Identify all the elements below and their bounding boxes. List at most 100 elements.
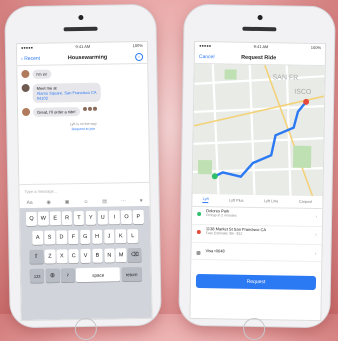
key-k[interactable]: K [115,229,127,244]
key-l[interactable]: L [127,229,139,244]
globe-icon[interactable]: ◍ [45,268,60,283]
space-key[interactable]: space [76,267,121,283]
key-z[interactable]: Z [44,249,56,264]
sticker-icon[interactable]: ☺ [83,199,88,205]
request-button[interactable]: Request [195,273,317,291]
phone-right: ●●●●● 9:41 AM 100% Cancel Request Ride S… [179,4,335,341]
info-icon[interactable]: i [135,52,144,61]
key-b[interactable]: B [92,248,103,263]
tab-ride-type[interactable]: Lyft [202,197,209,204]
home-button[interactable] [74,317,98,341]
fare-estimate: Fare Estimate: $8 - $12 [205,231,243,236]
return-key[interactable]: return [121,266,142,282]
request-title: Request Ride [241,54,277,61]
battery: 100% [310,44,322,51]
address-link[interactable]: Alamo Square, San Francisco CA 94102 [37,90,97,101]
mic-icon[interactable]: ♪ [60,268,76,283]
avatar [21,69,30,79]
camera-icon[interactable]: ◉ [46,200,50,206]
speaker [242,26,277,32]
keyboard: QWERTYUIOP ASDFGHJKL ⇧ Z X C V B N M ⌫ 123 ◍ ♪ … [19,205,152,321]
card-icon [196,250,201,256]
dropoff-row[interactable]: 1138 Market St San Francisco CA Fare Est… [191,225,322,246]
cancel-button[interactable]: Cancel [199,53,215,59]
map-label-area2: ISCO [294,89,312,96]
numbers-key[interactable]: 123 [30,268,45,283]
backspace-icon[interactable]: ⌫ [127,247,142,263]
key-t[interactable]: T [73,210,85,226]
message-bubble: Meet me at Alamo Square, San Francisco C… [32,82,101,103]
keyboard-row: ASDFGHJKL [22,229,148,245]
keyboard-row: 123 ◍ ♪ space return [23,266,149,283]
key-s[interactable]: S [44,230,55,245]
tab-ride-type[interactable]: Lyft Plus [229,199,243,203]
payment-row[interactable]: Visa •0648 › [191,247,322,263]
text-icon[interactable]: Aa [27,200,33,206]
camera [78,14,84,21]
camera [257,14,263,21]
ride-type-tabs: Lyft Lyft Plus Lyft Line Carpool [192,193,323,210]
message-bubble: Great, I'll order a ride! [32,107,80,117]
avatar [21,107,31,117]
key-n[interactable]: N [103,248,115,263]
key-x[interactable]: X [56,249,68,264]
map-canvas: SAN FR ISCO [192,63,325,197]
shift-key[interactable]: ⇧ [29,249,44,264]
key-q[interactable]: Q [26,211,37,226]
battery: 100% [132,42,143,49]
photo-icon[interactable]: ▣ [65,199,70,205]
message-row: I'm in! [21,68,143,79]
key-d[interactable]: D [56,230,67,245]
speaker [63,26,98,32]
keyboard-row: QWERTYUIOP [22,209,148,226]
like-icon[interactable]: ♥ [140,198,143,204]
tab-ride-type[interactable]: Carpool [299,200,312,204]
conversation-title: Housewarming [67,54,108,61]
pickup-eta: Pickup in 2 minutes [206,213,237,218]
keyboard-row: ⇧ Z X C V B N M ⌫ [22,247,148,264]
key-y[interactable]: Y [85,210,97,225]
key-u[interactable]: U [97,210,109,225]
avatar [21,83,30,93]
pickup-dot-icon [197,211,202,217]
carrier: ●●●●● [199,42,212,49]
key-e[interactable]: E [49,211,61,226]
join-ride-link[interactable]: Request to join [22,126,144,133]
message-row: Meet me at Alamo Square, San Francisco C… [21,82,144,103]
gif-icon[interactable]: ▤ [102,199,107,205]
key-o[interactable]: O [121,210,132,225]
more-icon[interactable]: ⋯ [121,198,126,204]
time: 9:41 AM [75,43,91,50]
home-button[interactable] [242,317,266,341]
messenger-screen: ●●●●● 9:41 AM 100% ‹ Recent Housewarming… [15,40,153,322]
chevron-right-icon: › [315,214,318,221]
payment-method: Visa •0648 [205,248,225,254]
ride-status: Lyft is on the way Request to join [22,121,144,133]
chevron-right-icon: › [314,251,317,258]
key-w[interactable]: W [37,211,49,226]
key-f[interactable]: F [67,230,79,245]
key-a[interactable]: A [32,230,44,245]
phone-left: ●●●●● 9:41 AM 100% ‹ Recent Housewarming… [5,4,161,341]
back-button[interactable]: ‹ Recent [21,55,40,61]
key-j[interactable]: J [103,229,115,244]
map[interactable]: SAN FR ISCO [192,63,325,197]
message-row: Great, I'll order a ride! [21,106,144,117]
key-c[interactable]: C [68,249,80,264]
key-h[interactable]: H [91,229,103,244]
dropoff-dot-icon [196,229,201,235]
key-g[interactable]: G [79,229,91,245]
pickup-row[interactable]: Dolores Park Pickup in 2 minutes › [191,207,323,228]
key-i[interactable]: I [109,210,120,225]
message-bubble: I'm in! [32,69,52,79]
key-v[interactable]: V [80,248,91,264]
key-p[interactable]: P [132,209,144,225]
chevron-right-icon: › [315,232,317,239]
key-r[interactable]: R [61,211,73,226]
tab-ride-type[interactable]: Lyft Line [264,199,278,203]
message-list: I'm in! Meet me at Alamo Square, San Fra… [17,64,148,137]
time: 9:41 AM [253,43,269,50]
key-m[interactable]: M [115,248,127,263]
read-receipts [82,106,97,111]
request-ride-screen: ●●●●● 9:41 AM 100% Cancel Request Ride S… [189,40,327,322]
